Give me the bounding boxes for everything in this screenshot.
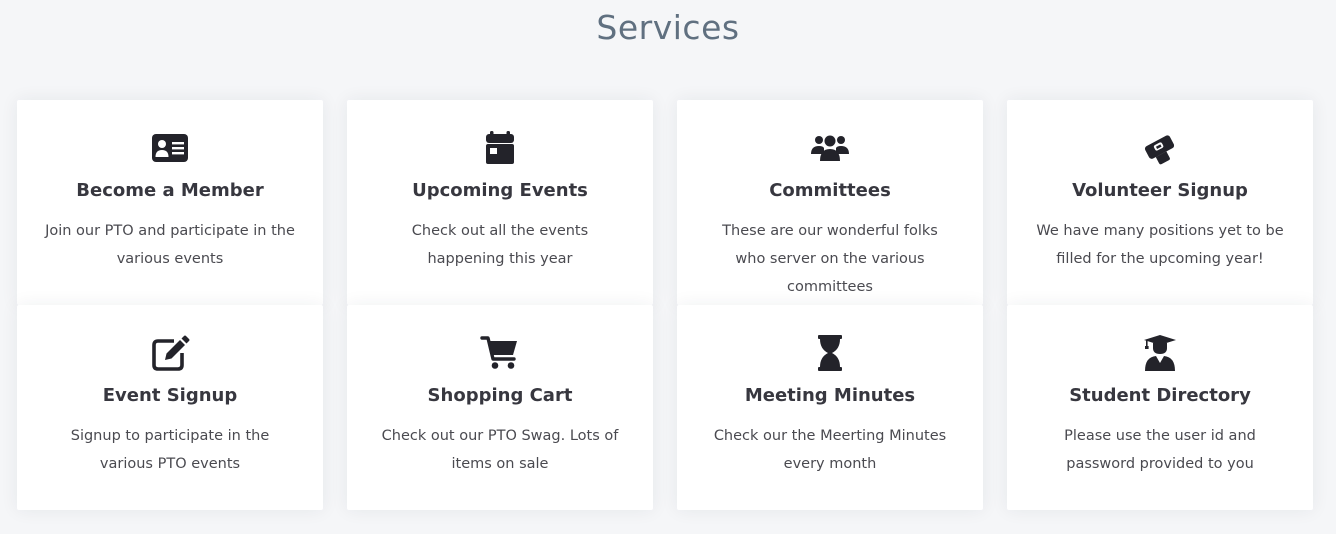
- card-description: Check out our PTO Swag. Lots of items on…: [381, 428, 619, 472]
- card-title: Volunteer Signup: [1072, 180, 1248, 201]
- card-title: Meeting Minutes: [744, 385, 916, 406]
- handshake-icon: [1140, 130, 1180, 166]
- card-description: Signup to participate in the various PTO…: [70, 428, 270, 472]
- services-grid: Become a Member Join our PTO and partici…: [17, 100, 1313, 510]
- card-description: Check out all the events happening this …: [411, 223, 589, 267]
- edit-icon: [150, 335, 190, 371]
- card-description: These are our wonderful folks who server…: [722, 223, 938, 295]
- service-card-volunteer-signup[interactable]: Volunteer Signup We have many positions …: [1007, 100, 1313, 305]
- service-card-upcoming-events[interactable]: Upcoming Events Check out all the events…: [347, 100, 653, 305]
- card-description: Please use the user id and password prov…: [1064, 428, 1256, 472]
- card-description: Join our PTO and participate in the vari…: [45, 223, 295, 267]
- card-title: Event Signup: [102, 385, 238, 406]
- card-title: Shopping Cart: [427, 385, 573, 406]
- card-description: Check our the Meerting Minutes every mon…: [713, 428, 947, 472]
- card-title: Student Directory: [1069, 385, 1251, 406]
- id-card-icon: [150, 130, 190, 166]
- card-title: Committees: [769, 180, 891, 201]
- service-card-become-a-member[interactable]: Become a Member Join our PTO and partici…: [17, 100, 323, 305]
- users-icon: [810, 130, 850, 166]
- calendar-icon: [480, 130, 520, 166]
- service-card-committees[interactable]: Committees These are our wonderful folks…: [677, 100, 983, 305]
- card-title: Become a Member: [76, 180, 264, 201]
- service-card-student-directory[interactable]: Student Directory Please use the user id…: [1007, 305, 1313, 510]
- service-card-event-signup[interactable]: Event Signup Signup to participate in th…: [17, 305, 323, 510]
- service-card-meeting-minutes[interactable]: Meeting Minutes Check our the Meerting M…: [677, 305, 983, 510]
- hourglass-icon: [810, 335, 850, 371]
- card-description: We have many positions yet to be filled …: [1036, 223, 1284, 267]
- section-title: Services: [596, 8, 740, 47]
- shopping-cart-icon: [480, 335, 520, 371]
- graduate-icon: [1140, 335, 1180, 371]
- service-card-shopping-cart[interactable]: Shopping Cart Check out our PTO Swag. Lo…: [347, 305, 653, 510]
- card-title: Upcoming Events: [412, 180, 588, 201]
